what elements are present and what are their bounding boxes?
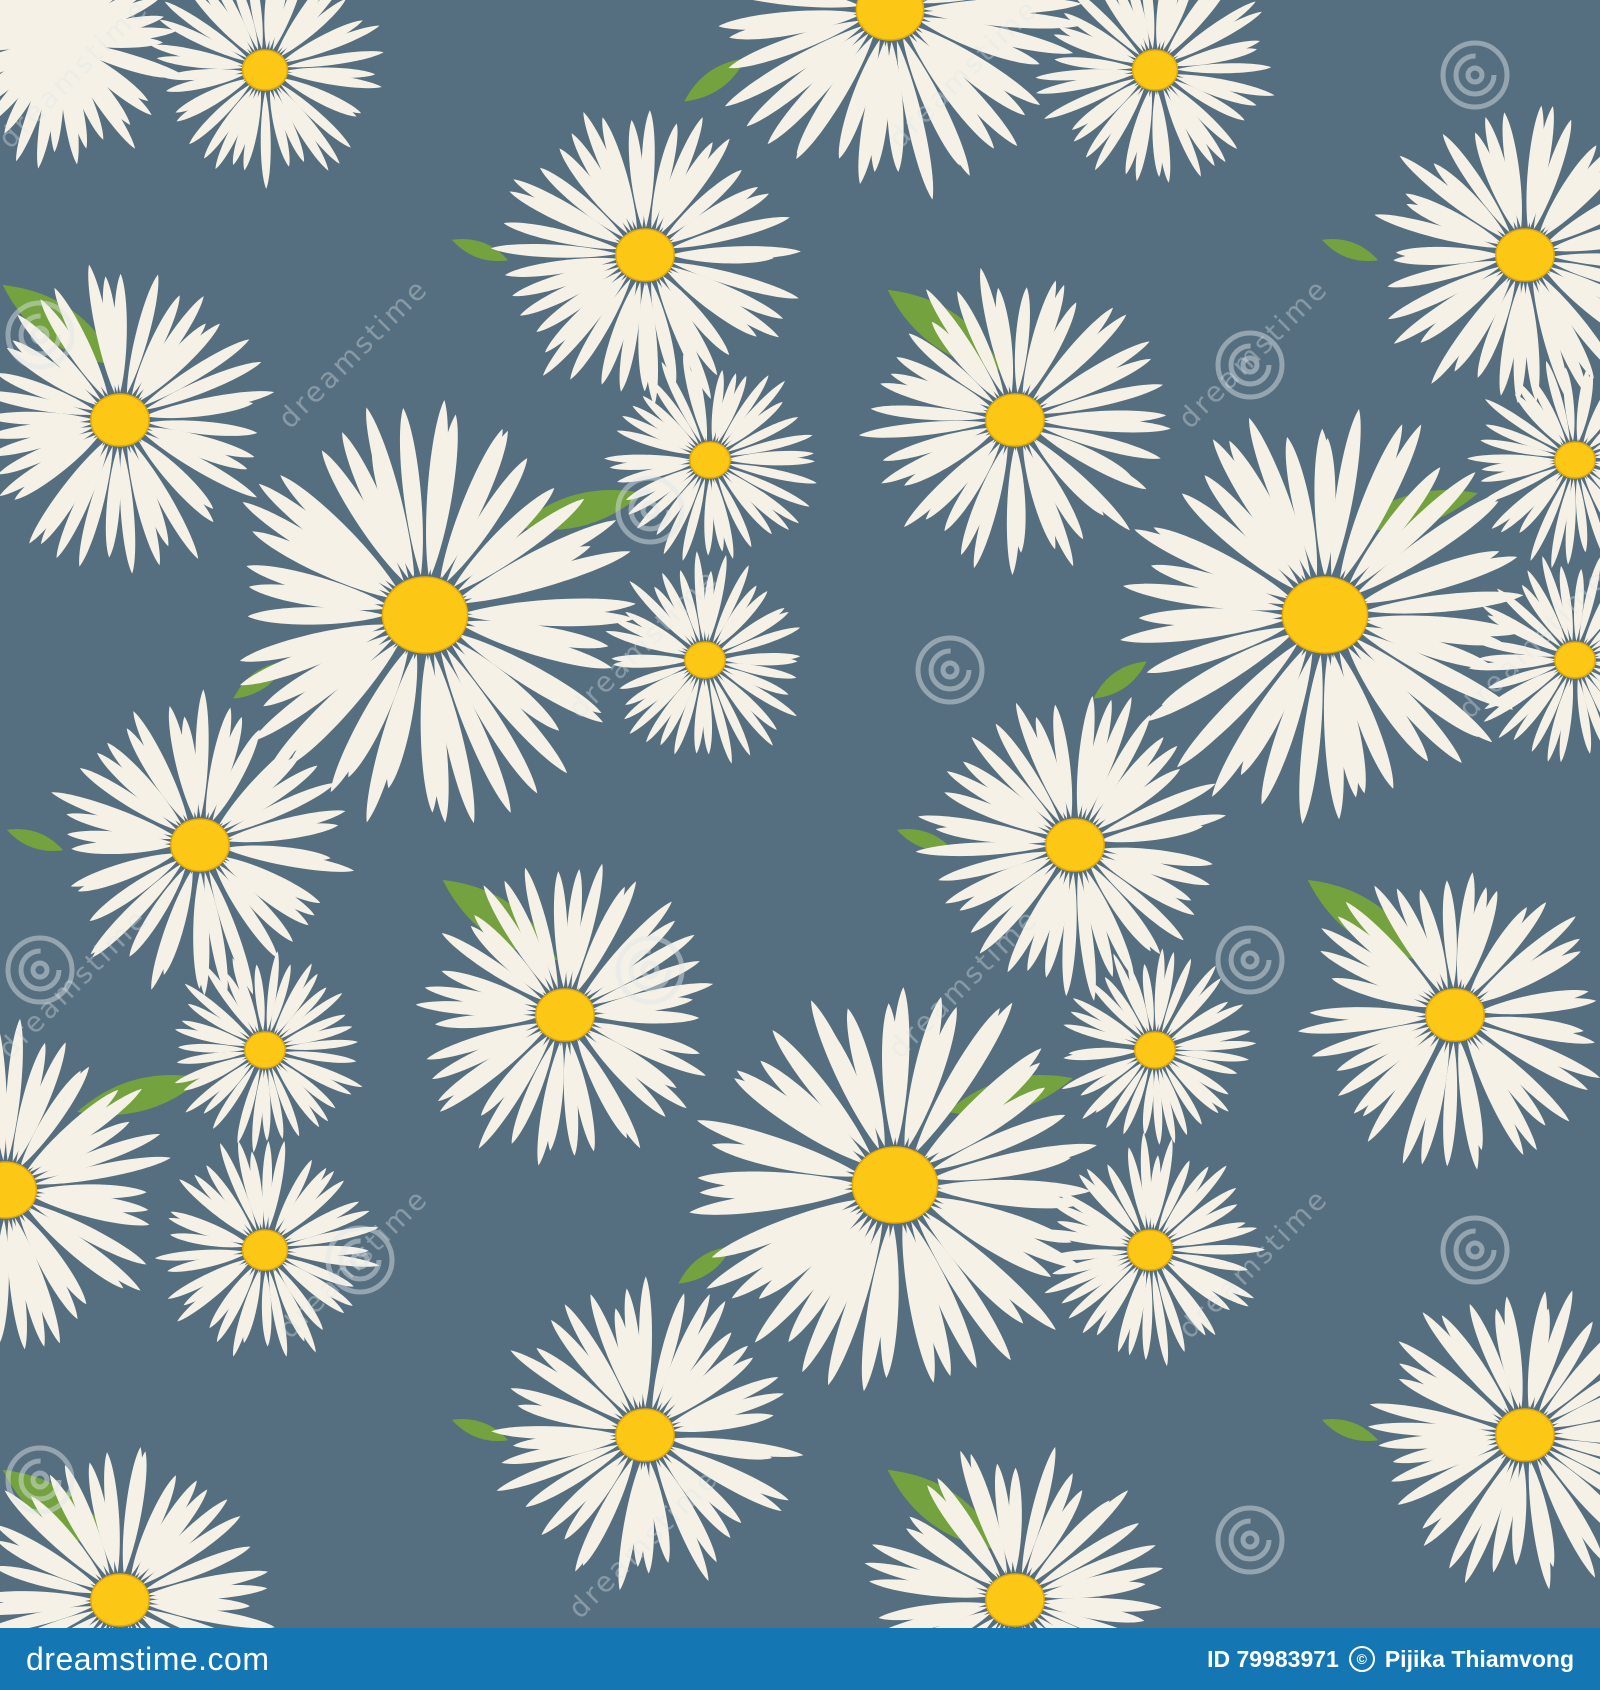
daisy-center bbox=[1425, 988, 1485, 1042]
footer-logo[interactable]: dreamstime.com bbox=[26, 1641, 270, 1678]
daisy-center bbox=[535, 988, 595, 1042]
daisy-center bbox=[1131, 49, 1179, 91]
daisy-center bbox=[381, 576, 469, 654]
daisy-center bbox=[170, 818, 230, 872]
daisy-center bbox=[90, 1573, 150, 1627]
daisy-center bbox=[241, 49, 289, 91]
daisy-center bbox=[244, 1031, 286, 1069]
daisy-center bbox=[90, 393, 150, 447]
daisy-center bbox=[985, 1573, 1045, 1627]
daisy-center bbox=[1045, 818, 1105, 872]
footer-id: ID 79983971 bbox=[1207, 1645, 1339, 1672]
daisy-center bbox=[985, 393, 1045, 447]
daisy-center bbox=[684, 641, 726, 679]
daisy-center bbox=[615, 228, 675, 282]
daisy-center bbox=[1495, 1408, 1555, 1462]
copyright-icon: © bbox=[1348, 1646, 1375, 1672]
daisy-center bbox=[1554, 441, 1596, 479]
daisy-center bbox=[1134, 1031, 1176, 1069]
daisy-center bbox=[1554, 641, 1596, 679]
daisy-center bbox=[689, 441, 731, 479]
daisy-center bbox=[241, 1229, 289, 1271]
footer-credit: ID 79983971 © Pijika Thiamvong bbox=[1207, 1646, 1574, 1673]
daisy-center bbox=[1495, 228, 1555, 282]
daisy-center bbox=[1126, 1229, 1174, 1271]
daisy-center bbox=[1281, 576, 1369, 654]
daisy-center bbox=[615, 1408, 675, 1462]
daisy-center bbox=[851, 1146, 939, 1224]
footer-author: Pijika Thiamvong bbox=[1384, 1645, 1574, 1672]
daisy-pattern: dreamstime dreamstimedreamstime dreamstime… bbox=[0, 0, 1600, 1628]
stock-footer: dreamstime.com ID 79983971 © Pijika Thia… bbox=[0, 1628, 1600, 1690]
